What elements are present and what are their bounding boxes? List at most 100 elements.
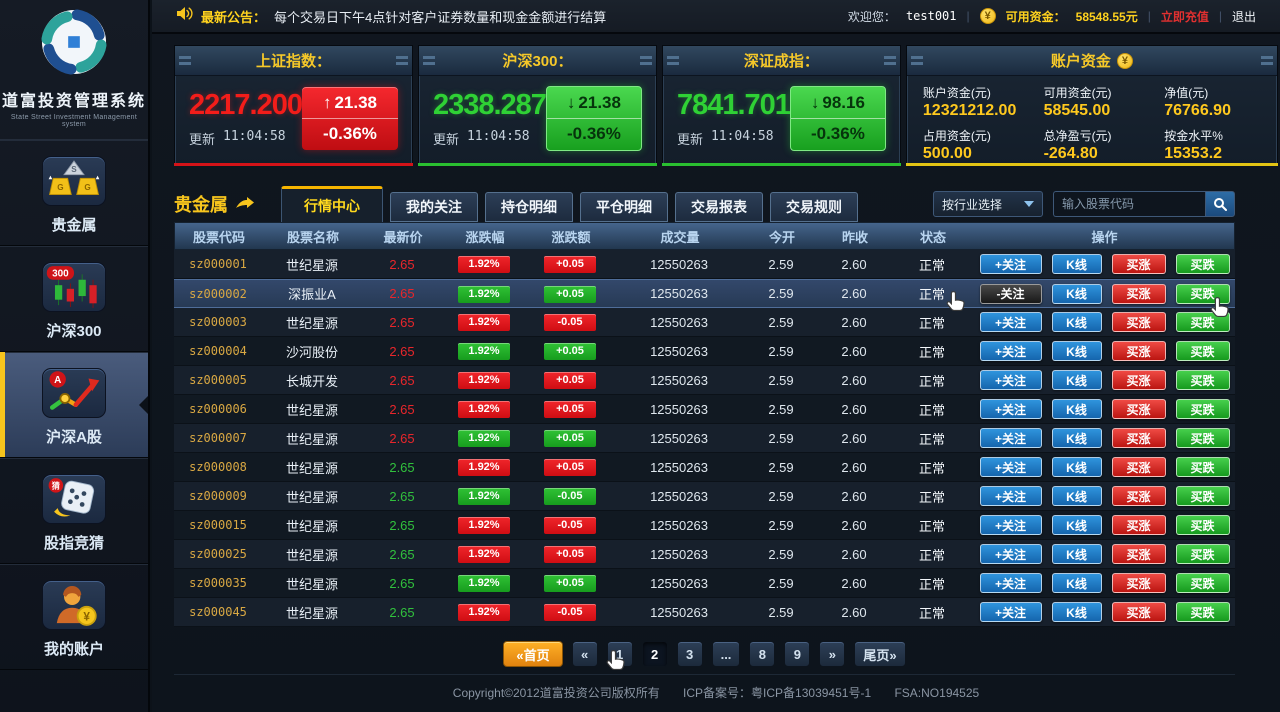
buy-up-button[interactable]: 买涨 bbox=[1112, 254, 1166, 274]
watch-button[interactable]: +关注 bbox=[980, 573, 1042, 593]
buy-down-button[interactable]: 买跌 bbox=[1176, 399, 1230, 419]
buy-down-button[interactable]: 买跌 bbox=[1176, 602, 1230, 622]
kline-button[interactable]: K线 bbox=[1052, 428, 1102, 448]
table-row[interactable]: sz000001 世纪星源 2.65 1.92% +0.05 12550263 … bbox=[174, 250, 1235, 279]
page-button[interactable]: 3 bbox=[677, 641, 703, 667]
row-actions: +关注 K线 买涨 买跌 bbox=[974, 254, 1235, 274]
recharge-link[interactable]: 立即充值 bbox=[1161, 8, 1209, 25]
page-button[interactable]: 9 bbox=[784, 641, 810, 667]
buy-up-button[interactable]: 买涨 bbox=[1112, 341, 1166, 361]
change-amount-badge: -0.05 bbox=[544, 517, 596, 534]
change-amount-badge: +0.05 bbox=[544, 459, 596, 476]
table-row[interactable]: sz000002 深振业A 2.65 1.92% +0.05 12550263 … bbox=[174, 279, 1235, 308]
table-row[interactable]: sz000008 世纪星源 2.65 1.92% +0.05 12550263 … bbox=[174, 453, 1235, 482]
table-row[interactable]: sz000009 世纪星源 2.65 1.92% -0.05 12550263 … bbox=[174, 482, 1235, 511]
kline-button[interactable]: K线 bbox=[1052, 399, 1102, 419]
table-row[interactable]: sz000004 沙河股份 2.65 1.92% +0.05 12550263 … bbox=[174, 337, 1235, 366]
watch-button[interactable]: +关注 bbox=[980, 370, 1042, 390]
kline-button[interactable]: K线 bbox=[1052, 457, 1102, 477]
table-row[interactable]: sz000045 世纪星源 2.65 1.92% -0.05 12550263 … bbox=[174, 598, 1235, 627]
buy-up-button[interactable]: 买涨 bbox=[1112, 486, 1166, 506]
buy-down-button[interactable]: 买跌 bbox=[1176, 457, 1230, 477]
kline-button[interactable]: K线 bbox=[1052, 544, 1102, 564]
table-row[interactable]: sz000005 长城开发 2.65 1.92% +0.05 12550263 … bbox=[174, 366, 1235, 395]
table-row[interactable]: sz000007 世纪星源 2.65 1.92% +0.05 12550263 … bbox=[174, 424, 1235, 453]
kline-button[interactable]: K线 bbox=[1052, 284, 1102, 304]
buy-down-button[interactable]: 买跌 bbox=[1176, 486, 1230, 506]
buy-up-button[interactable]: 买涨 bbox=[1112, 573, 1166, 593]
tab[interactable]: 交易报表 bbox=[675, 192, 763, 222]
buy-down-button[interactable]: 买跌 bbox=[1176, 312, 1230, 332]
watch-button[interactable]: +关注 bbox=[980, 544, 1042, 564]
page-button[interactable]: 8 bbox=[749, 641, 775, 667]
page-button[interactable]: ... bbox=[712, 641, 741, 667]
sidebar-item-precious-metals[interactable]: S G G 贵金属 bbox=[0, 140, 148, 246]
buy-down-button[interactable]: 买跌 bbox=[1176, 544, 1230, 564]
page-button[interactable]: » bbox=[819, 641, 845, 667]
buy-up-button[interactable]: 买涨 bbox=[1112, 457, 1166, 477]
watch-button[interactable]: -关注 bbox=[980, 284, 1042, 304]
status-badge: 正常 bbox=[890, 487, 974, 506]
tab[interactable]: 平仓明细 bbox=[580, 192, 668, 222]
buy-down-button[interactable]: 买跌 bbox=[1176, 515, 1230, 535]
buy-up-button[interactable]: 买涨 bbox=[1112, 284, 1166, 304]
watch-button[interactable]: +关注 bbox=[980, 254, 1042, 274]
row-actions: +关注 K线 买涨 买跌 bbox=[974, 573, 1235, 593]
latest-price: 2.65 bbox=[362, 344, 442, 359]
table-row[interactable]: sz000006 世纪星源 2.65 1.92% +0.05 12550263 … bbox=[174, 395, 1235, 424]
logout-link[interactable]: 退出 bbox=[1232, 8, 1256, 25]
stock-name: 长城开发 bbox=[262, 371, 362, 390]
kline-button[interactable]: K线 bbox=[1052, 370, 1102, 390]
watch-button[interactable]: +关注 bbox=[980, 428, 1042, 448]
table-row[interactable]: sz000025 世纪星源 2.65 1.92% +0.05 12550263 … bbox=[174, 540, 1235, 569]
tab[interactable]: 行情中心 bbox=[281, 186, 383, 222]
buy-up-button[interactable]: 买涨 bbox=[1112, 312, 1166, 332]
buy-down-button[interactable]: 买跌 bbox=[1176, 573, 1230, 593]
kline-button[interactable]: K线 bbox=[1052, 602, 1102, 622]
kline-button[interactable]: K线 bbox=[1052, 254, 1102, 274]
watch-button[interactable]: +关注 bbox=[980, 399, 1042, 419]
sidebar-item-my-account[interactable]: ¥ 我的账户 bbox=[0, 564, 148, 670]
industry-select[interactable]: 按行业选择 bbox=[933, 191, 1043, 217]
page-button[interactable]: 2 bbox=[642, 641, 668, 667]
table-row[interactable]: sz000003 世纪星源 2.65 1.92% -0.05 12550263 … bbox=[174, 308, 1235, 337]
volume: 12550263 bbox=[614, 315, 744, 330]
buy-up-button[interactable]: 买涨 bbox=[1112, 370, 1166, 390]
stock-code-input[interactable] bbox=[1053, 191, 1205, 217]
sidebar-item-hs300[interactable]: 300 沪深300 bbox=[0, 246, 148, 352]
watch-button[interactable]: +关注 bbox=[980, 312, 1042, 332]
buy-up-button[interactable]: 买涨 bbox=[1112, 602, 1166, 622]
sidebar-item-a-shares[interactable]: A 沪深A股 bbox=[0, 352, 148, 458]
watch-button[interactable]: +关注 bbox=[980, 341, 1042, 361]
buy-up-button[interactable]: 买涨 bbox=[1112, 515, 1166, 535]
buy-down-button[interactable]: 买跌 bbox=[1176, 341, 1230, 361]
buy-down-button[interactable]: 买跌 bbox=[1176, 254, 1230, 274]
table-row[interactable]: sz000035 世纪星源 2.65 1.92% +0.05 12550263 … bbox=[174, 569, 1235, 598]
watch-button[interactable]: +关注 bbox=[980, 602, 1042, 622]
table-row[interactable]: sz000015 世纪星源 2.65 1.92% -0.05 12550263 … bbox=[174, 511, 1235, 540]
search-button[interactable] bbox=[1205, 191, 1235, 217]
buy-down-button[interactable]: 买跌 bbox=[1176, 284, 1230, 304]
kline-button[interactable]: K线 bbox=[1052, 573, 1102, 593]
buy-up-button[interactable]: 买涨 bbox=[1112, 544, 1166, 564]
page-button[interactable]: « bbox=[572, 641, 598, 667]
watch-button[interactable]: +关注 bbox=[980, 486, 1042, 506]
volume: 12550263 bbox=[614, 286, 744, 301]
sidebar-item-index-guess[interactable]: 猜 股指竞猜 bbox=[0, 458, 148, 564]
buy-up-button[interactable]: 买涨 bbox=[1112, 428, 1166, 448]
page-button[interactable]: «首页 bbox=[503, 641, 562, 667]
kline-button[interactable]: K线 bbox=[1052, 486, 1102, 506]
buy-down-button[interactable]: 买跌 bbox=[1176, 370, 1230, 390]
tab[interactable]: 我的关注 bbox=[390, 192, 478, 222]
page-button[interactable]: 尾页» bbox=[854, 641, 905, 667]
buy-up-button[interactable]: 买涨 bbox=[1112, 399, 1166, 419]
watch-button[interactable]: +关注 bbox=[980, 515, 1042, 535]
kline-button[interactable]: K线 bbox=[1052, 312, 1102, 332]
tab[interactable]: 交易规则 bbox=[770, 192, 858, 222]
page-button[interactable]: 1 bbox=[607, 641, 633, 667]
kline-button[interactable]: K线 bbox=[1052, 341, 1102, 361]
tab[interactable]: 持仓明细 bbox=[485, 192, 573, 222]
buy-down-button[interactable]: 买跌 bbox=[1176, 428, 1230, 448]
watch-button[interactable]: +关注 bbox=[980, 457, 1042, 477]
kline-button[interactable]: K线 bbox=[1052, 515, 1102, 535]
